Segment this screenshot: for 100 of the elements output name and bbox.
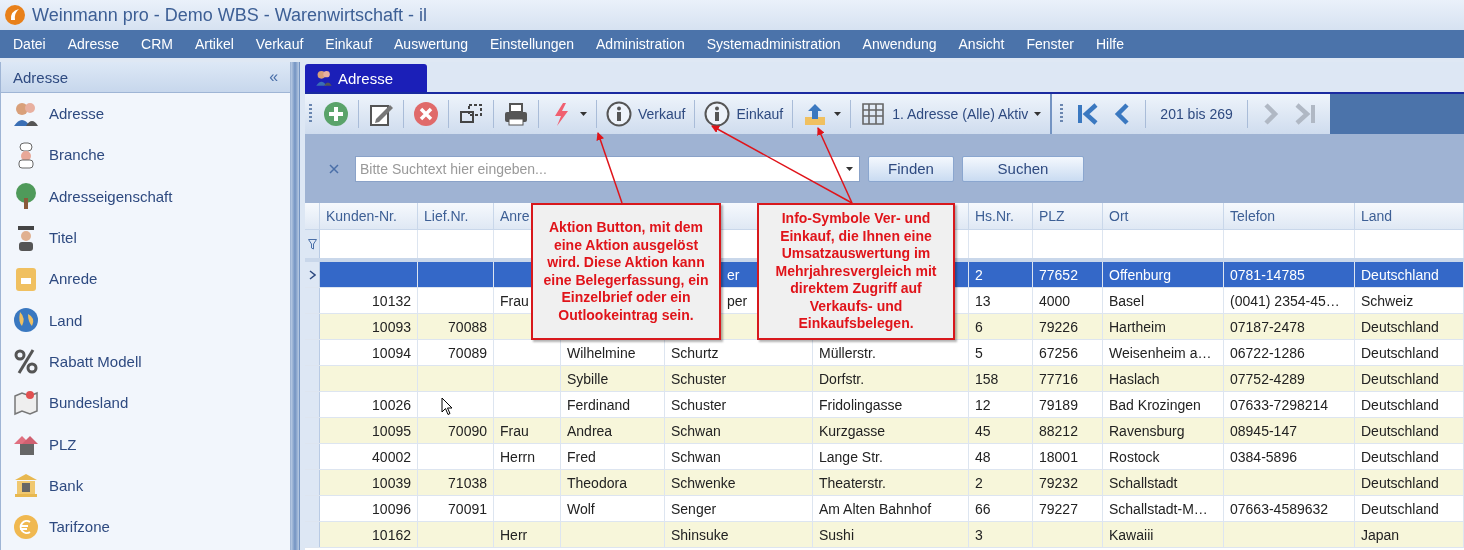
column-header[interactable]: Land — [1361, 208, 1393, 224]
table-cell: Rostock — [1109, 448, 1160, 465]
table-cell: 70090 — [448, 422, 487, 439]
table-row[interactable]: 10096 70091 Wolf Senger Am Alten Bahnhof 66 79227 Schallstadt-M… 07663-4589632 Deutschland — [305, 496, 1464, 522]
column-header[interactable]: Kunden-Nr. — [326, 208, 397, 224]
menu-item[interactable]: Fenster — [1015, 36, 1085, 52]
column-header[interactable]: Lief.Nr. — [424, 208, 469, 224]
table-cell: 07663-4589632 — [1230, 500, 1329, 517]
sidebar-item[interactable]: PLZ — [49, 435, 77, 453]
table-cell: Schwan — [671, 448, 721, 465]
callout-note: Aktion Button, mit dem eine Aktion ausgelöst wird. Diese Aktion kann eine Belegerfassung, ein Einzelbrief oder ein Outlookeintrag sein. — [531, 203, 721, 340]
caret-icon — [834, 112, 842, 116]
column-header[interactable]: Ort — [1109, 208, 1129, 224]
table-cell: Kurzgasse — [819, 422, 886, 439]
table-cell: 12 — [975, 396, 991, 413]
info-icon — [606, 101, 632, 127]
table-cell: 10026 — [372, 396, 411, 413]
table-cell: Frau — [500, 292, 529, 309]
table-cell: 71038 — [448, 474, 487, 491]
table-cell: Schwan — [671, 422, 721, 439]
table-cell: Japan — [1361, 526, 1400, 543]
table-cell: Fridolingasse — [819, 396, 903, 413]
menu-item[interactable]: Administration — [585, 36, 696, 52]
sidebar-item[interactable]: Rabatt Modell — [49, 352, 142, 370]
table-cell: Herrn — [500, 448, 535, 465]
menu-item[interactable]: Einkauf — [314, 36, 384, 52]
table-cell: Frau — [500, 422, 529, 439]
callout-note: Info-Symbole Ver- und Einkauf, die Ihnen eine Umsatzauswertung im Mehrjahresvergleich mit direktem Zugriff auf Verkaufs- und Einkaufsbelegen. — [757, 203, 955, 340]
table-cell: 40002 — [372, 448, 411, 465]
sidebar-item[interactable]: Land — [49, 311, 83, 329]
menu-item[interactable]: Auswertung — [383, 36, 479, 52]
table-cell: Ferdinand — [567, 396, 631, 413]
table-cell: 70091 — [448, 500, 487, 517]
table-cell: Andrea — [567, 422, 613, 439]
sidebar-item[interactable]: Tarifzone — [49, 518, 110, 536]
table-row[interactable]: 10162 Herr Shinsuke Sushi 3 Kawaiii Japan — [305, 522, 1464, 548]
column-header[interactable]: Hs.Nr. — [975, 208, 1014, 224]
caret-icon — [1034, 112, 1042, 116]
menu-item[interactable]: Hilfe — [1084, 36, 1135, 52]
search-button[interactable]: Suchen — [962, 155, 1084, 182]
table-cell: er — [727, 266, 740, 283]
sidebar-item[interactable]: Bundesland — [49, 394, 129, 412]
sidebar-item[interactable]: Adresseigenschaft — [49, 187, 173, 205]
column-header[interactable]: Anre — [500, 208, 530, 224]
table-row[interactable]: 10039 71038 Theodora Schwenke Theaterstr. 2 79232 Schallstadt Deutschland — [305, 470, 1464, 496]
table-row[interactable]: 40002 Herrn Fred Schwan Lange Str. 48 18001 Rostock 0384-5896 Deutschland — [305, 444, 1464, 470]
sidebar-item[interactable]: Adresse — [49, 105, 105, 123]
table-cell: Deutschland — [1361, 266, 1439, 283]
table-cell: Schweiz — [1361, 292, 1414, 309]
info-button[interactable]: Einkauf — [699, 98, 789, 130]
table-row[interactable]: 10095 70090 Frau Andrea Schwan Kurzgasse 45 88212 Ravensburg 08945-147 Deutschland — [305, 418, 1464, 444]
row-pointer-icon — [308, 269, 316, 280]
menu-item[interactable]: Ansicht — [947, 36, 1016, 52]
row-header[interactable] — [305, 262, 320, 287]
table-row[interactable]: 10094 70089 Wilhelmine Schurtz Müllerstr. 5 67256 Weisenheim a… 06722-1286 Deutschland — [305, 340, 1464, 366]
menu-item[interactable]: Verkauf — [244, 36, 315, 52]
table-cell: 79226 — [1039, 318, 1078, 335]
table-cell: 2 — [975, 266, 983, 283]
table-cell: 10132 — [372, 292, 411, 309]
table-cell: Haslach — [1109, 370, 1160, 387]
column-header[interactable]: PLZ — [1039, 208, 1065, 224]
map-icon — [12, 388, 40, 417]
table-cell: 70089 — [448, 344, 487, 361]
sidebar-item[interactable]: Anrede — [49, 270, 98, 288]
sidebar-item[interactable]: Bank — [49, 476, 84, 494]
tab[interactable]: Adresse — [305, 64, 427, 92]
table-cell: 10162 — [372, 526, 411, 543]
menu-item[interactable]: Datei — [2, 36, 57, 52]
table-cell: Hartheim — [1109, 318, 1166, 335]
menu-item[interactable]: Einstellungen — [478, 36, 586, 52]
table-cell: Deutschland — [1361, 500, 1439, 517]
table-cell: Lange Str. — [819, 448, 883, 465]
grid-icon — [860, 101, 887, 127]
table-cell: 10095 — [372, 422, 411, 439]
table-row[interactable]: Sybille Schuster Dorfstr. 158 77716 Haslach 07752-4289 Deutschland — [305, 366, 1464, 392]
menu-item[interactable]: Systemadministration — [695, 36, 852, 52]
splitter[interactable] — [291, 62, 299, 550]
table-cell: 2 — [975, 474, 983, 491]
table-cell: Sushi — [819, 526, 855, 543]
table-cell: 10094 — [372, 344, 411, 361]
info-button[interactable]: Verkauf — [601, 98, 691, 130]
table-cell: Dorfstr. — [819, 370, 865, 387]
menu-item[interactable]: Artikel — [183, 36, 245, 52]
menu-item[interactable]: Adresse — [56, 36, 131, 52]
page-range: 201 bis 269 — [1159, 106, 1234, 122]
table-cell: 77652 — [1039, 266, 1078, 283]
layout-button[interactable]: 1. Adresse (Alle) Aktiv — [855, 98, 1047, 130]
table-cell: Senger — [671, 500, 717, 517]
percent-icon — [12, 347, 40, 376]
menu-item[interactable]: CRM — [130, 36, 184, 52]
filter-icon[interactable] — [307, 238, 317, 250]
menu-item[interactable]: Anwendung — [851, 36, 948, 52]
app-logo-icon — [4, 4, 26, 26]
sidebar-item[interactable]: Branche — [49, 146, 105, 164]
column-header[interactable]: Telefon — [1230, 208, 1276, 224]
sidebar-item[interactable]: Titel — [49, 229, 77, 247]
find-button[interactable]: Finden — [868, 155, 954, 182]
table-row[interactable]: 10026 Ferdinand Schuster Fridolingasse 12 79189 Bad Krozingen 07633-7298214 Deutschland — [305, 392, 1464, 418]
clear-icon[interactable] — [329, 163, 339, 174]
collapse-button[interactable]: « — [269, 68, 279, 86]
